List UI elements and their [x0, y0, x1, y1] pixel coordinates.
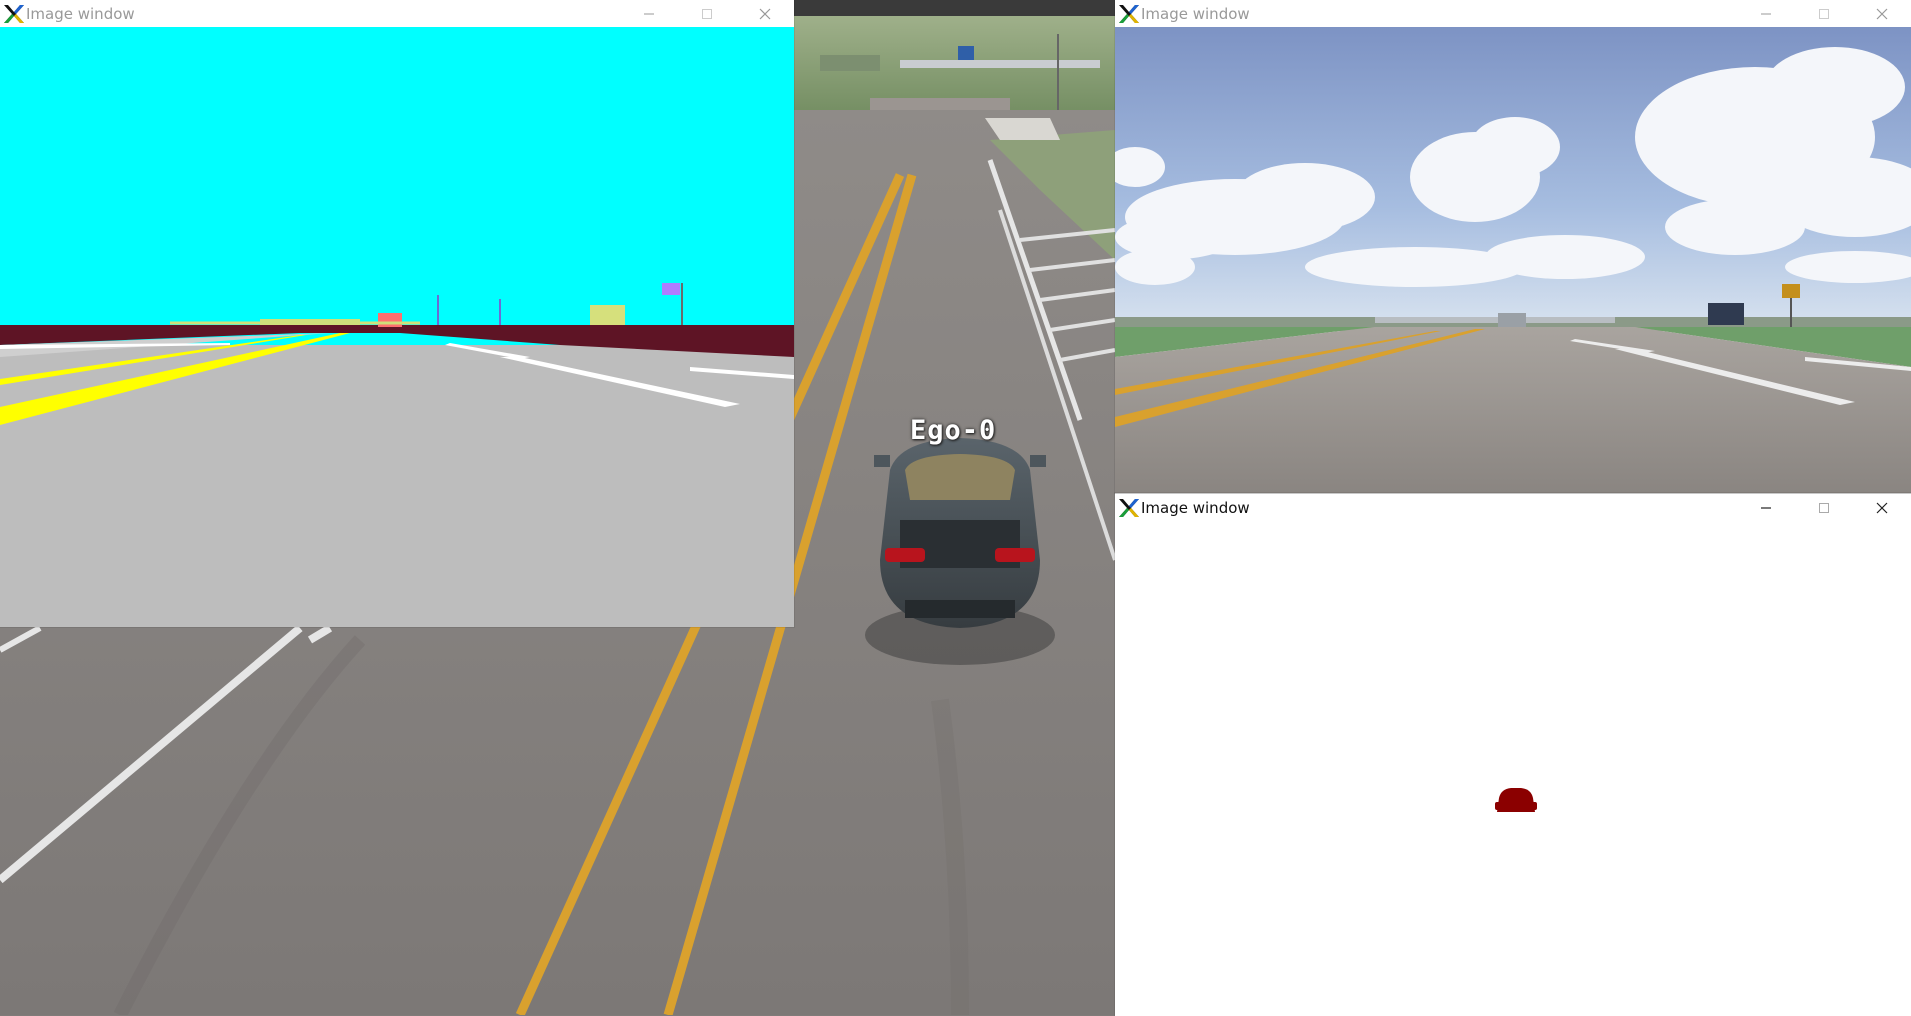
- maximize-button[interactable]: [1795, 494, 1853, 521]
- ego-vehicle-label: Ego-0: [910, 415, 997, 446]
- camera-image-window[interactable]: Image window: [1115, 0, 1911, 493]
- minimize-button[interactable]: [1737, 0, 1795, 27]
- camera-image: [1115, 27, 1911, 493]
- close-button[interactable]: [1853, 0, 1911, 27]
- maximize-icon: [1819, 502, 1829, 513]
- mask-image-window[interactable]: Image window: [1115, 493, 1911, 1016]
- window-titlebar[interactable]: Image window: [1115, 0, 1911, 27]
- window-titlebar[interactable]: Image window: [1115, 494, 1911, 521]
- close-icon: [1876, 502, 1888, 513]
- close-button[interactable]: [1853, 494, 1911, 521]
- segmentation-image-window[interactable]: Image window: [0, 0, 794, 627]
- minimize-icon: [644, 13, 654, 14]
- mask-image: [1115, 521, 1911, 1016]
- window-titlebar[interactable]: Image window: [0, 0, 794, 27]
- maximize-icon: [702, 8, 712, 19]
- segmentation-image: [0, 27, 794, 627]
- close-icon: [1876, 8, 1888, 19]
- maximize-button[interactable]: [678, 0, 736, 27]
- minimize-button[interactable]: [620, 0, 678, 27]
- minimize-button[interactable]: [1737, 494, 1795, 521]
- maximize-button[interactable]: [1795, 0, 1853, 27]
- window-title: Image window: [1141, 498, 1250, 517]
- minimize-icon: [1761, 506, 1771, 509]
- ego-vehicle: [865, 438, 1055, 665]
- window-title: Image window: [26, 4, 135, 23]
- close-icon: [759, 8, 771, 19]
- window-title: Image window: [1141, 4, 1250, 23]
- minimize-icon: [1761, 13, 1771, 14]
- x-app-icon: [2, 3, 24, 25]
- maximize-icon: [1819, 8, 1829, 19]
- close-button[interactable]: [736, 0, 794, 27]
- x-app-icon: [1117, 3, 1139, 25]
- x-app-icon: [1117, 497, 1139, 519]
